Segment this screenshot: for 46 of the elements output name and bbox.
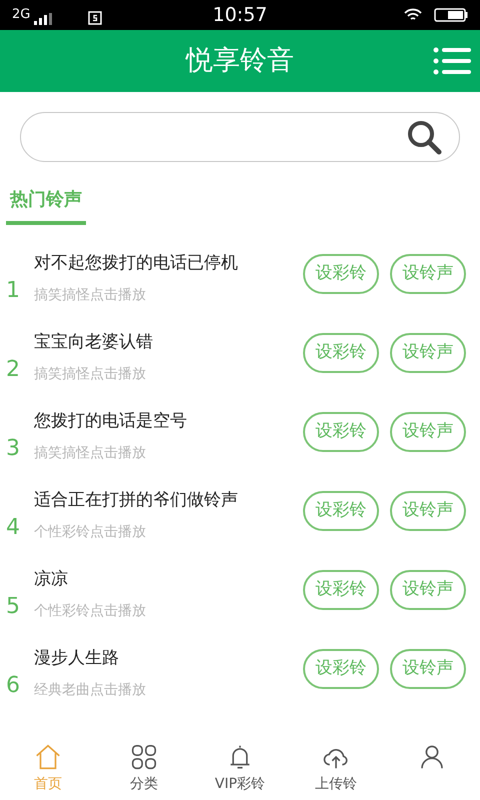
search-field[interactable]: [20, 112, 460, 162]
network-label: 2G: [12, 6, 30, 24]
battery-icon: [434, 8, 468, 22]
ringtone-title: 漫步人生路: [34, 647, 120, 670]
app-notification-icon: [88, 10, 102, 25]
wifi-icon: [404, 8, 422, 22]
app-title: 悦享铃音: [186, 44, 294, 78]
ringtone-title: 适合正在打拼的爷们做铃声: [34, 489, 239, 512]
rank-number: 2: [6, 356, 21, 384]
status-time: 10:57: [212, 2, 268, 28]
set-ringtone-button[interactable]: 设铃声: [390, 491, 466, 531]
set-ringtone-button[interactable]: 设铃声: [390, 412, 466, 452]
search-icon: [405, 118, 443, 156]
nav-tab[interactable]: 分类: [96, 738, 192, 800]
rank-number: 6: [6, 672, 21, 700]
rank-number: 3: [6, 435, 21, 463]
rank-number: 1: [6, 277, 21, 305]
rank-number: 4: [6, 514, 21, 542]
set-ringtone-button[interactable]: 设铃声: [390, 570, 466, 610]
nav-tab[interactable]: VIP彩铃: [192, 738, 288, 800]
set-ringtone-button[interactable]: 设铃声: [390, 254, 466, 294]
ringtone-title: 您拨打的电话是空号: [34, 410, 188, 434]
nav-tab[interactable]: 首页: [0, 738, 96, 800]
ringtone-title: 宝宝向老婆认错: [34, 331, 154, 354]
ringtone-subtitle: 搞笑搞怪点击播放: [34, 364, 147, 384]
signal-icon: [34, 12, 52, 25]
ringtone-title: 对不起您拨打的电话已停机: [34, 252, 239, 276]
set-ringtone-button[interactable]: 设彩铃: [303, 491, 379, 531]
nav-tab[interactable]: 上传铃: [288, 738, 384, 800]
section-tab[interactable]: 热门铃声: [6, 186, 86, 225]
menu-icon: [433, 47, 471, 75]
set-ringtone-button[interactable]: 设彩铃: [303, 412, 379, 452]
ringtone-subtitle: 搞笑搞怪点击播放: [34, 444, 147, 463]
ringtone-title: 凉凉: [34, 568, 69, 592]
set-ringtone-button[interactable]: 设铃声: [390, 333, 466, 373]
set-ringtone-button[interactable]: 设彩铃: [303, 254, 379, 294]
ringtone-subtitle: 个性彩铃点击播放: [34, 522, 147, 542]
ringtone-subtitle: 经典老曲点击播放: [34, 680, 147, 700]
set-ringtone-button[interactable]: 设彩铃: [303, 333, 379, 373]
set-ringtone-button[interactable]: 设彩铃: [303, 570, 379, 610]
ringtone-subtitle: 搞笑搞怪点击播放: [34, 286, 147, 305]
rank-number: 5: [6, 593, 21, 621]
grid-icon: [129, 742, 159, 772]
set-ringtone-button[interactable]: 设彩铃: [303, 649, 379, 689]
set-ringtone-button[interactable]: 设铃声: [390, 649, 466, 689]
ringtone-subtitle: 个性彩铃点击播放: [34, 602, 147, 621]
